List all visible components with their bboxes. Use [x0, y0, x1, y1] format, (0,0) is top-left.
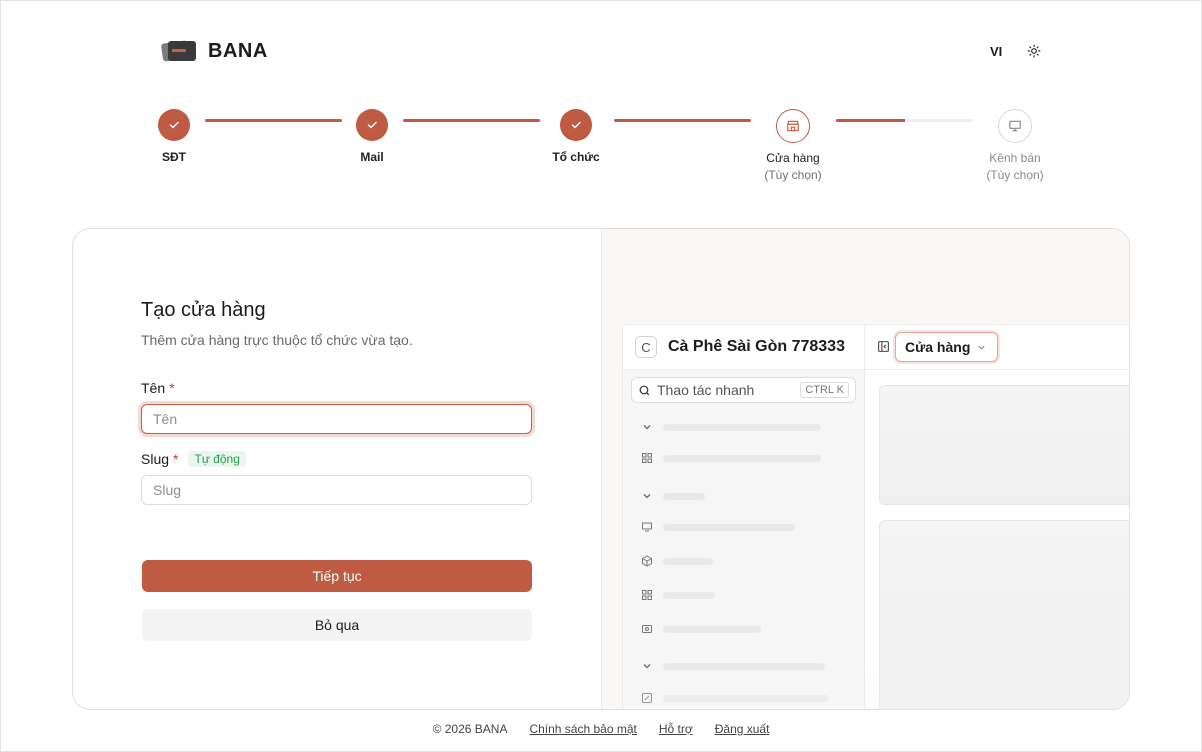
grid-icon — [642, 590, 652, 600]
grid-icon — [642, 453, 652, 463]
skeleton-row — [641, 452, 821, 464]
step-sdt-circle — [158, 109, 190, 141]
store-icon — [787, 120, 799, 132]
sun-icon — [1027, 44, 1041, 58]
brand-name: BANA — [208, 39, 268, 62]
step-store-optional: (Tùy chọn) — [764, 168, 822, 182]
step-channel-optional: (Tùy chọn) — [986, 168, 1044, 182]
step-org-circle — [560, 109, 592, 141]
preview-topbar: C Cà Phê Sài Gòn 778333 Cửa hàng — [623, 325, 1129, 370]
step-channel-circle — [998, 109, 1032, 143]
theme-toggle-button[interactable] — [1024, 41, 1044, 61]
search-placeholder: Thao tác nhanh — [657, 382, 755, 398]
page-subtitle: Thêm cửa hàng trực thuộc tổ chức vừa tạo… — [141, 332, 413, 348]
slug-input[interactable] — [141, 475, 532, 505]
name-label-text: Tên — [141, 380, 166, 396]
monitor-icon — [642, 522, 652, 532]
continue-button[interactable]: Tiếp tục — [142, 560, 532, 592]
check-icon — [169, 121, 179, 129]
skeleton-row — [641, 421, 821, 433]
cash-icon — [642, 625, 652, 633]
step-connector-4 — [836, 119, 973, 122]
chevron-down-icon — [643, 494, 651, 499]
skeleton-row — [641, 490, 705, 502]
sidebar-toggle-icon — [878, 341, 889, 352]
slug-field-label: Slug * Tự động — [141, 451, 246, 467]
skeleton-row — [641, 589, 715, 601]
org-name: Cà Phê Sài Gòn 778333 — [668, 338, 845, 355]
footer: © 2026 BANA Chính sách bảo mật Hỗ trợ Đă… — [0, 722, 1202, 736]
box-icon — [642, 555, 652, 567]
required-marker: * — [169, 380, 175, 396]
app-preview: C Cà Phê Sài Gòn 778333 Cửa hàng Thao tá… — [622, 324, 1129, 709]
store-selector-chip: Cửa hàng — [895, 332, 999, 362]
required-marker: * — [173, 451, 179, 467]
check-icon — [571, 121, 581, 129]
skeleton-row — [641, 521, 795, 533]
support-link[interactable]: Hỗ trợ — [659, 722, 693, 736]
onboarding-card: Tạo cửa hàng Thêm cửa hàng trực thuộc tổ… — [72, 228, 1130, 710]
topbar-divider — [864, 325, 865, 370]
step-connector-3 — [614, 119, 751, 122]
page-title: Tạo cửa hàng — [141, 299, 266, 321]
search-icon — [639, 385, 650, 395]
step-channel-title: Kênh bán — [989, 151, 1041, 165]
step-store-title: Cửa hàng — [766, 151, 820, 165]
quick-action-search: Thao tác nhanh CTRL K — [631, 377, 856, 403]
logout-link[interactable]: Đăng xuất — [715, 722, 770, 736]
step-mail-circle — [356, 109, 388, 141]
step-label-sdt: SĐT — [162, 150, 186, 164]
store-chip-label: Cửa hàng — [905, 339, 971, 355]
step-label-channel: Kênh bán (Tùy chọn) — [955, 150, 1075, 184]
step-connector-1 — [205, 119, 342, 122]
preview-fade — [623, 663, 1129, 709]
preview-pane: C Cà Phê Sài Gòn 778333 Cửa hàng Thao tá… — [601, 229, 1129, 709]
name-field-label: Tên * — [141, 380, 175, 396]
step-connector-2 — [403, 119, 540, 122]
step-label-store: Cửa hàng (Tùy chọn) — [733, 150, 853, 184]
preview-content-card — [879, 385, 1129, 505]
store-form-pane: Tạo cửa hàng Thêm cửa hàng trực thuộc tổ… — [73, 229, 601, 709]
skeleton-row — [641, 623, 761, 635]
privacy-policy-link[interactable]: Chính sách bảo mật — [529, 722, 636, 736]
keyboard-shortcut: CTRL K — [800, 382, 849, 398]
chevron-down-icon — [643, 425, 651, 430]
step-label-org: Tổ chức — [552, 150, 600, 164]
brand-logo[interactable]: BANA — [160, 38, 268, 64]
chevron-down-icon — [978, 345, 985, 350]
skip-button[interactable]: Bỏ qua — [142, 609, 532, 641]
step-label-mail: Mail — [360, 150, 384, 164]
chevron-down-icon — [837, 343, 845, 348]
slug-label-text: Slug — [141, 451, 170, 467]
check-icon — [367, 121, 377, 129]
copyright: © 2026 BANA — [432, 722, 508, 736]
monitor-icon — [1009, 120, 1021, 132]
skeleton-row — [641, 555, 713, 567]
org-avatar: C — [635, 336, 657, 358]
auto-badge: Tự động — [188, 451, 246, 467]
language-switcher[interactable]: VI — [990, 44, 1002, 59]
name-input[interactable] — [141, 404, 532, 434]
card-stack-icon — [160, 38, 196, 64]
step-store-circle — [776, 109, 810, 143]
